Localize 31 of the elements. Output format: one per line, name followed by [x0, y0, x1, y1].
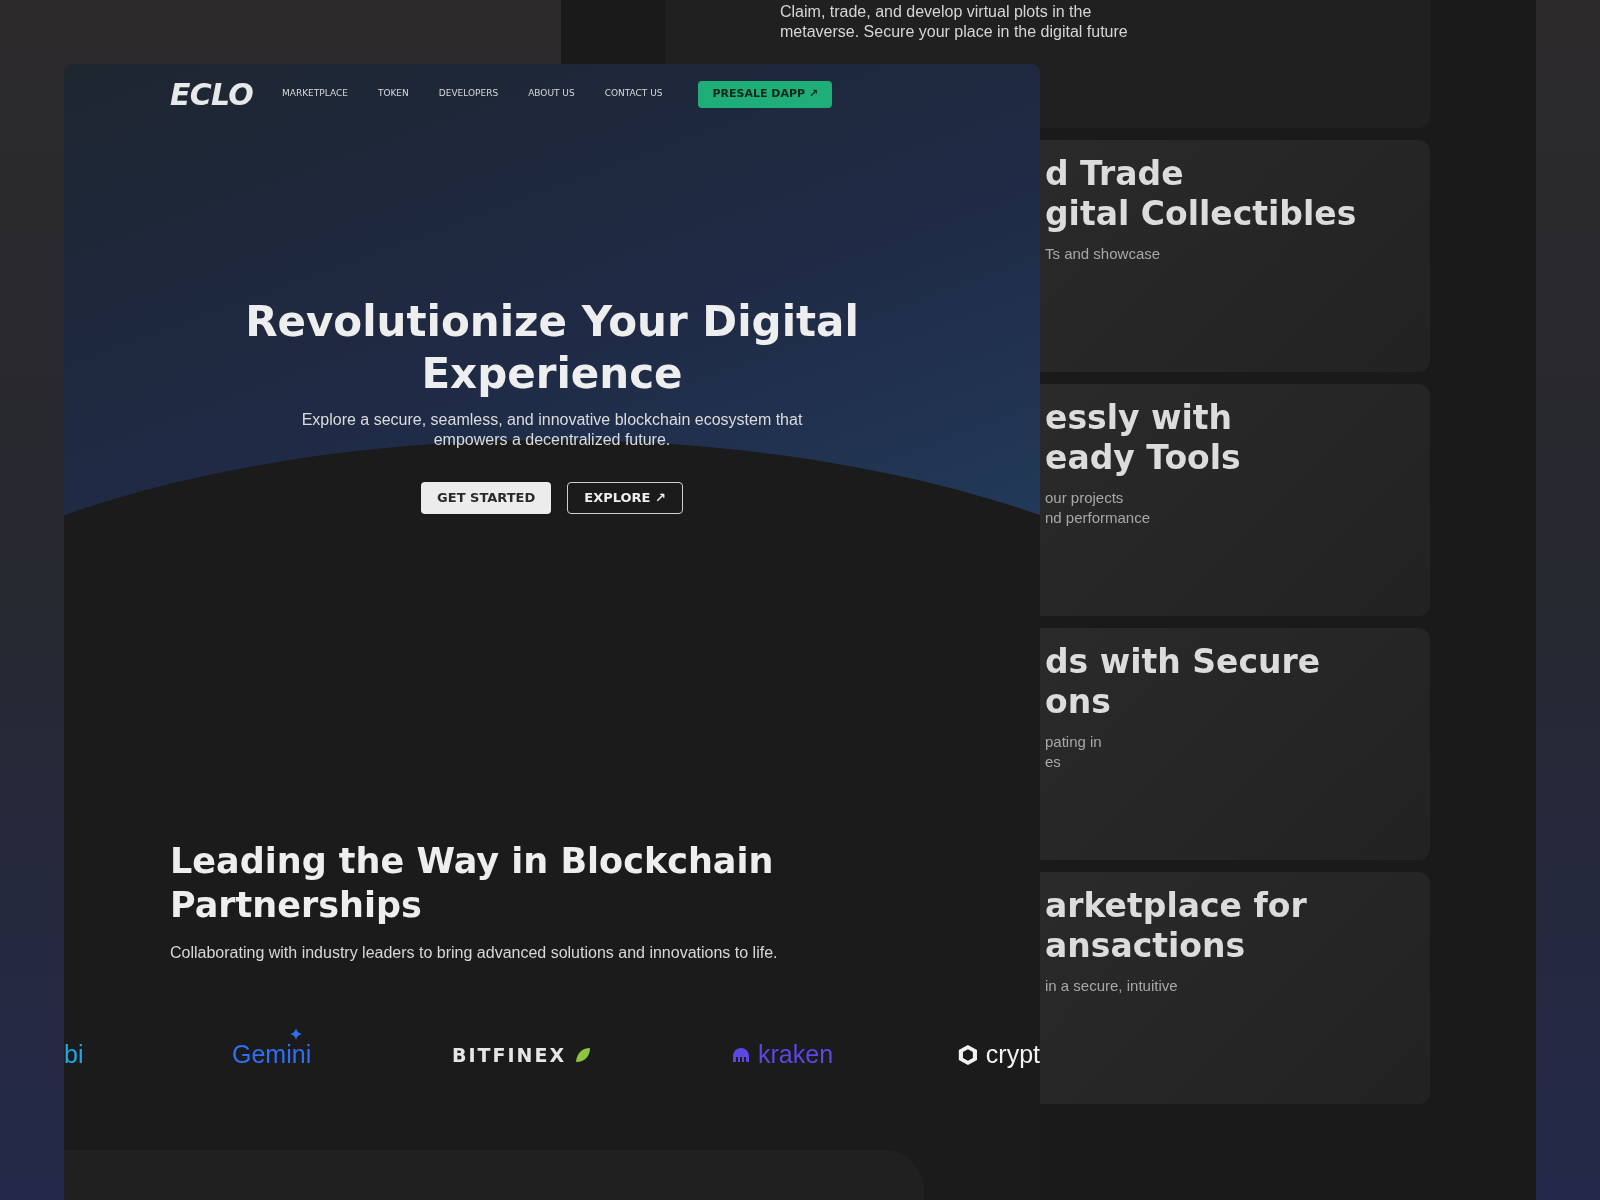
partner-logo: Gemini — [232, 1036, 312, 1074]
get-started-button[interactable]: GET STARTED — [421, 482, 552, 514]
card-title: ds with Secure ons — [1045, 642, 1322, 722]
explore-button[interactable]: EXPLORE ↗ — [567, 482, 683, 514]
partner-logo: bi — [64, 1039, 84, 1071]
card-title: arketplace for ansactions — [1045, 886, 1308, 966]
partners-title: Leading the Way in Blockchain Partnerships — [170, 840, 775, 927]
sparkle-icon — [290, 1028, 302, 1041]
nav-link[interactable]: DEVELOPERS — [438, 87, 499, 101]
card-description: our projects nd performance — [1045, 488, 1152, 528]
partner-logo: kraken — [758, 1039, 834, 1071]
nav-link[interactable]: MARKETPLACE — [282, 87, 348, 101]
nav-link[interactable]: CONTACT US — [604, 87, 663, 101]
card-description: Ts and showcase — [1045, 244, 1162, 264]
hero-title: Revolutionize Your Digital Experience — [244, 296, 860, 400]
card-description: pating in es — [1045, 732, 1103, 772]
leaf-icon — [574, 1046, 593, 1064]
kraken-icon — [732, 1048, 750, 1062]
partner-logo: crypt — [985, 1039, 1040, 1071]
logo[interactable]: ECLO — [170, 71, 280, 117]
card-title: essly with eady Tools — [1045, 398, 1242, 478]
presale-button[interactable]: PRESALE DAPP ↗ — [698, 80, 833, 108]
nav-link[interactable]: ABOUT US — [528, 87, 575, 101]
partners-subtitle: Collaborating with industry leaders to bring advanced solutions and innovations to life. — [170, 943, 779, 963]
partner-logo: BITFINEX — [452, 1042, 567, 1068]
hero-subtitle: Explore a secure, seamless, and innovative blockchain ecosystem that empowers a decentralized future. — [300, 410, 804, 450]
hexagon-icon — [958, 1042, 978, 1068]
nav-link[interactable]: TOKEN — [377, 87, 409, 101]
card-description: Claim, trade, and develop virtual plots in the metaverse. Secure your place in the digital future — [780, 2, 1129, 42]
card-description: in a secure, intuitive — [1045, 976, 1179, 996]
card-title: d Trade gital Collectibles — [1045, 154, 1358, 234]
